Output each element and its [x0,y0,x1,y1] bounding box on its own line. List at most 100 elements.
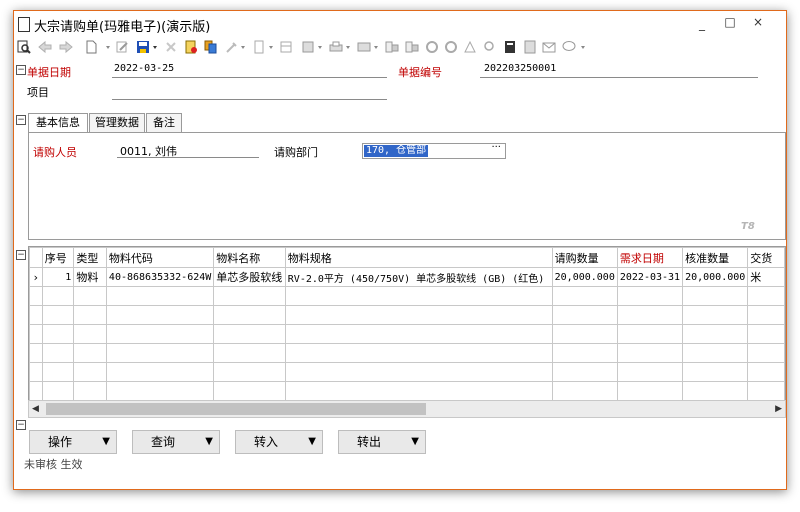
forward-icon[interactable] [59,40,73,54]
transfer-in-button[interactable]: 转入 ▼ [235,430,323,454]
refresh-icon[interactable] [425,40,439,54]
name-cell[interactable]: 单芯多股软线 [213,267,286,287]
chevron-down-icon[interactable] [345,40,351,54]
chevron-down-icon: ▼ [411,436,419,447]
audit-icon[interactable] [184,40,198,54]
chevron-down-icon[interactable] [268,40,274,54]
table-icon[interactable] [279,40,293,54]
horizontal-scrollbar[interactable]: ◀ ▶ [28,400,786,418]
column-header[interactable]: 类型 [73,247,107,268]
query-button[interactable]: 查询 ▼ [132,430,220,454]
qty-cell[interactable]: 20,000.000 [551,267,618,287]
collapse-header-icon[interactable]: − [16,65,26,75]
collapse-grid-icon[interactable]: − [16,250,26,260]
mail-icon[interactable] [542,40,556,54]
image-icon[interactable] [301,40,315,54]
collapse-actions-icon[interactable]: − [16,420,26,430]
header-marker [29,247,43,268]
table-row[interactable] [29,286,785,306]
chevron-down-icon: ▼ [102,436,110,447]
dept-more-button[interactable]: ··· [491,142,501,153]
chevron-down-icon[interactable] [152,40,158,54]
find-icon[interactable] [483,40,497,54]
dept-combobox[interactable]: 170, 仓管部 ··· [362,142,506,159]
chevron-down-icon[interactable] [105,40,111,54]
table-row[interactable] [29,381,785,401]
transfer-out-button[interactable]: 转出 ▼ [338,430,426,454]
dept-label: 请购部门 [274,146,318,159]
seq-cell[interactable]: 1 [41,267,75,287]
date-value[interactable]: 2022-03-25 [114,63,174,74]
chevron-down-icon[interactable] [580,40,586,54]
scroll-right-icon[interactable]: ▶ [775,401,782,417]
toolbar [14,37,786,59]
new-icon[interactable] [84,40,98,54]
scroll-left-icon[interactable]: ◀ [32,401,39,417]
column-header[interactable]: 物料代码 [105,247,215,268]
tab-basic-info[interactable]: 基本信息 [28,113,88,134]
save-icon[interactable] [136,40,150,54]
type-cell[interactable]: 物料 [73,267,107,287]
unit-cell[interactable]: 米 [747,267,785,287]
operate-button-label: 操作 [48,435,73,449]
doc-icon[interactable] [252,40,266,54]
back-icon[interactable] [38,40,52,54]
operate-button[interactable]: 操作 ▼ [29,430,117,454]
tab-management-data[interactable]: 管理数据 [89,113,145,133]
calc-icon[interactable] [503,40,517,54]
column-header[interactable]: 物料名称 [213,247,286,268]
table-row[interactable]: › 1 物料 40-868635332-624W 单芯多股软线 RV-2.0平方… [29,267,785,287]
requester-underline [117,157,259,158]
tool-icon[interactable] [225,40,239,54]
status-text: 未审核 生效 [24,458,83,471]
chevron-down-icon[interactable] [240,40,246,54]
spec-cell[interactable]: RV-2.0平方 (450/750V) 单芯多股软线 (GB) (红色) [284,267,553,287]
table-row[interactable] [29,343,785,363]
column-header[interactable]: 序号 [41,247,75,268]
table-row[interactable] [29,305,785,325]
note-icon[interactable] [523,40,537,54]
column-header[interactable]: 物料规格 [284,247,553,268]
table-header-row: 序号 类型 物料代码 物料名称 物料规格 请购数量 需求日期 核准数量 交货 [29,247,785,268]
requester-label: 请购人员 [33,146,77,159]
date-cell[interactable]: 2022-03-31 [616,267,684,287]
approved-cell[interactable]: 20,000.000 [682,267,749,287]
document-icon [18,17,30,32]
refresh2-icon[interactable] [444,40,458,54]
number-value[interactable]: 202203250001 [484,63,556,74]
column-header[interactable]: 需求日期 [616,247,684,268]
table-row[interactable] [29,362,785,382]
table-row[interactable] [29,324,785,344]
print-icon[interactable] [329,40,343,54]
project-label: 项目 [27,86,49,99]
chevron-down-icon: ▼ [308,436,316,447]
maximize-button[interactable]: □ [720,15,740,33]
tree-icon[interactable] [463,40,477,54]
copy-icon[interactable] [204,40,218,54]
column-header[interactable]: 交货 [747,247,785,268]
delete-icon[interactable] [164,40,178,54]
scroll-thumb[interactable] [46,403,426,415]
code-cell[interactable]: 40-868635332-624W [105,267,215,287]
edit-icon[interactable] [115,40,129,54]
chevron-down-icon[interactable] [317,40,323,54]
item-grid: 序号 类型 物料代码 物料名称 物料规格 请购数量 需求日期 核准数量 交货 ›… [28,246,786,410]
close-button[interactable]: × [748,15,768,33]
chat-icon[interactable] [562,40,576,54]
column-header[interactable]: 请购数量 [551,247,618,268]
number-underline [480,77,758,78]
minimize-button[interactable]: _ [692,17,712,35]
tab-notes[interactable]: 备注 [146,113,182,133]
chevron-down-icon: ▼ [205,436,213,447]
export-icon[interactable] [357,40,371,54]
link2-icon[interactable] [405,40,419,54]
chevron-down-icon[interactable] [373,40,379,54]
link-icon[interactable] [385,40,399,54]
date-underline [112,77,387,78]
date-label: 单据日期 [27,66,71,79]
column-header[interactable]: 核准数量 [682,247,749,268]
collapse-tabs-icon[interactable]: − [16,115,26,125]
window-title: 大宗请购单(玛雅电子)(演示版) [34,20,211,35]
title-bar: 大宗请购单(玛雅电子)(演示版) _ □ × [14,11,786,37]
preview-icon[interactable] [17,40,31,54]
